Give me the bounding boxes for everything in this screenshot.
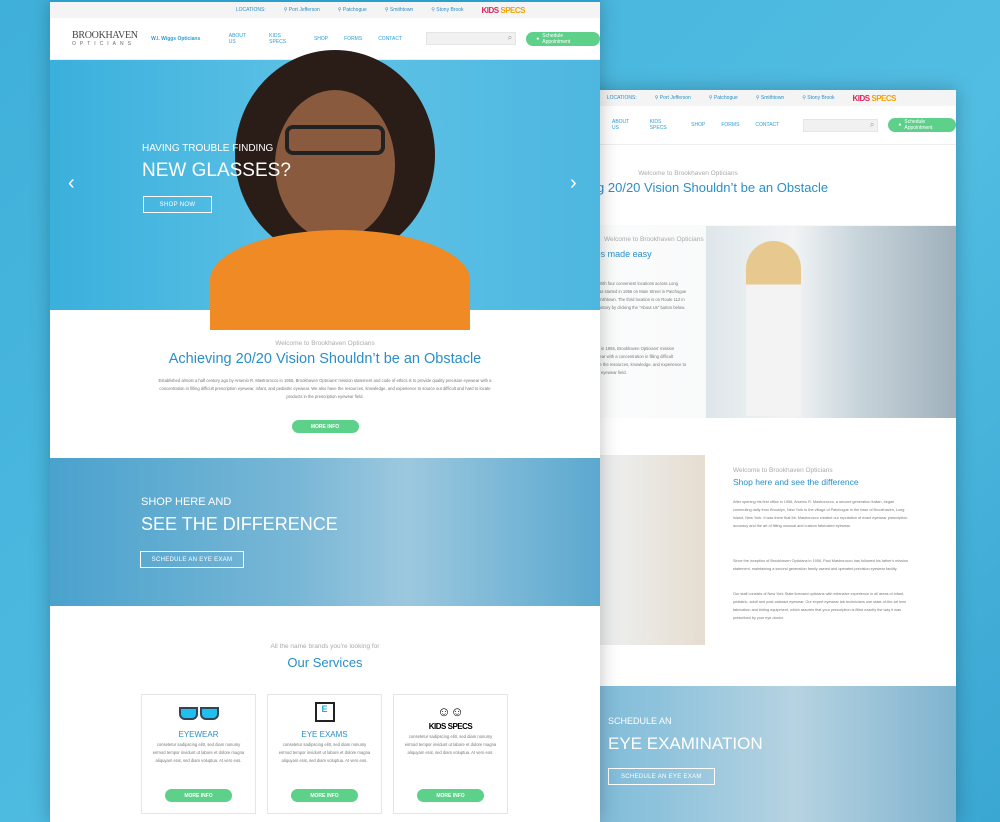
shop-here-paragraph: Since the inception of Brookhaven Optici… xyxy=(733,559,909,571)
chevron-right-icon[interactable]: › xyxy=(570,172,577,195)
kids-faces-icon: ☺☺ xyxy=(437,704,464,719)
nav-about-us[interactable]: ABOUT US xyxy=(229,33,253,45)
schedule-eye-exam-button[interactable]: SCHEDULE AN EYE EXAM xyxy=(140,551,244,568)
services-title: Our Services xyxy=(287,655,363,670)
location-bar: LOCATIONS: Port Jefferson Patchogue Smit… xyxy=(50,2,600,18)
service-title: EYEWEAR xyxy=(178,730,219,739)
about-kicker: Welcome to Brookhaven Opticians xyxy=(604,236,704,243)
nav-contact[interactable]: CONTACT xyxy=(378,36,402,42)
location-link[interactable]: Smithtown xyxy=(385,7,413,13)
brookhaven-logo[interactable]: BROOKHAVEN OPTICIANS xyxy=(72,30,139,47)
hero-line2: NEW GLASSES? xyxy=(142,160,291,181)
locations-label: LOCATIONS: xyxy=(606,95,637,101)
nav-kids-specs[interactable]: KIDS SPECS xyxy=(269,33,298,45)
nav-kids-specs[interactable]: KIDS SPECS xyxy=(650,119,676,131)
service-card-kids-specs: ☺☺ KIDS SPECS consetetur sadipscing elit… xyxy=(393,694,508,814)
exam-banner-line1: SCHEDULE AN xyxy=(608,716,672,726)
search-icon[interactable]: ⌕ xyxy=(508,33,512,43)
partner-logo[interactable]: W.I. Wiggs Opticians xyxy=(151,36,207,42)
nav-forms[interactable]: FORMS xyxy=(344,36,362,42)
shop-here-title: Shop here and see the difference xyxy=(733,477,859,487)
difference-line2: SEE THE DIFFERENCE xyxy=(141,514,338,534)
welcome-paragraph: Established almost a half century ago by… xyxy=(158,378,492,399)
more-info-button[interactable]: MORE INFO xyxy=(417,789,484,802)
shop-here-paragraph: Our staff consists of New York State lic… xyxy=(733,592,907,620)
clock-icon: ● xyxy=(536,35,540,42)
nav-shop[interactable]: SHOP xyxy=(691,122,705,128)
nav-contact[interactable]: CONTACT xyxy=(755,122,779,128)
eye-chart-icon: E xyxy=(314,702,335,722)
search-input[interactable]: ⌕ xyxy=(803,118,879,132)
shop-here-kicker: Welcome to Brookhaven Opticians xyxy=(733,467,833,474)
service-title: EYE EXAMS xyxy=(301,730,348,739)
services-cards: EYEWEAR consetetur sadipscing elitr, sed… xyxy=(141,694,508,814)
home-page-mockup: LOCATIONS: Port Jefferson Patchogue Smit… xyxy=(50,0,600,822)
service-title: KIDS SPECS xyxy=(428,722,473,731)
location-link[interactable]: Port Jefferson xyxy=(655,95,691,101)
shop-here-paragraph: After opening his first office in 1956, … xyxy=(733,500,908,528)
service-text: consetetur sadipscing elitr, sed diam no… xyxy=(404,734,497,755)
kids-specs-logo[interactable]: KIDS SPECS xyxy=(853,94,897,103)
location-link[interactable]: Stony Brook xyxy=(431,7,463,13)
location-link[interactable]: Smithtown xyxy=(756,95,784,101)
nav-forms[interactable]: FORMS xyxy=(721,122,739,128)
nav-about-us[interactable]: ABOUT US xyxy=(612,119,634,131)
service-text: consetetur sadipscing elitr, sed diam no… xyxy=(152,742,245,763)
location-link[interactable]: Port Jefferson xyxy=(284,7,320,13)
shop-now-button[interactable]: SHOP NOW xyxy=(143,196,212,213)
difference-line1: SHOP HERE AND xyxy=(141,496,232,508)
more-info-button[interactable]: MORE INFO xyxy=(291,420,359,433)
hero-line1: HAVING TROUBLE FINDING xyxy=(142,143,274,154)
welcome-kicker: Welcome to Brookhaven Opticians xyxy=(275,340,375,347)
difference-banner: SHOP HERE AND SEE THE DIFFERENCE SCHEDUL… xyxy=(50,458,600,606)
clock-icon: ● xyxy=(898,122,902,128)
location-link[interactable]: Patchogue xyxy=(338,7,367,13)
search-icon[interactable]: ⌕ xyxy=(870,120,874,130)
hero-slider: HAVING TROUBLE FINDING NEW GLASSES? SHOP… xyxy=(50,50,600,330)
service-card-eyewear: EYEWEAR consetetur sadipscing elitr, sed… xyxy=(141,694,256,814)
schedule-appointment-button[interactable]: ● Schedule Appointment xyxy=(526,31,600,46)
search-input[interactable]: ⌕ xyxy=(425,32,517,45)
schedule-appointment-button[interactable]: ● Schedule Appointment xyxy=(888,118,956,132)
exam-banner-line2: EYE EXAMINATION xyxy=(608,734,763,753)
schedule-eye-exam-button[interactable]: SCHEDULE AN EYE EXAM xyxy=(608,768,715,785)
locations-label: LOCATIONS: xyxy=(235,7,266,13)
eyeglasses-icon xyxy=(177,707,221,721)
service-card-eye-exams: E EYE EXAMS consetetur sadipscing elitr,… xyxy=(267,694,382,814)
welcome-title: Achieving 20/20 Vision Shouldn’t be an O… xyxy=(168,351,482,367)
location-link[interactable]: Patchogue xyxy=(709,95,738,101)
optician-photo xyxy=(706,226,956,418)
kids-specs-logo[interactable]: KIDS SPECS xyxy=(482,6,526,15)
chevron-left-icon[interactable]: ‹ xyxy=(68,172,75,195)
nav-shop[interactable]: SHOP xyxy=(314,36,328,42)
services-kicker: All the name brands you're looking for xyxy=(270,643,380,650)
location-link[interactable]: Stony Brook xyxy=(802,95,834,101)
service-text: consetetur sadipscing elitr, sed diam no… xyxy=(278,742,371,763)
more-info-button[interactable]: MORE INFO xyxy=(165,789,232,802)
more-info-button[interactable]: MORE INFO xyxy=(291,789,358,802)
